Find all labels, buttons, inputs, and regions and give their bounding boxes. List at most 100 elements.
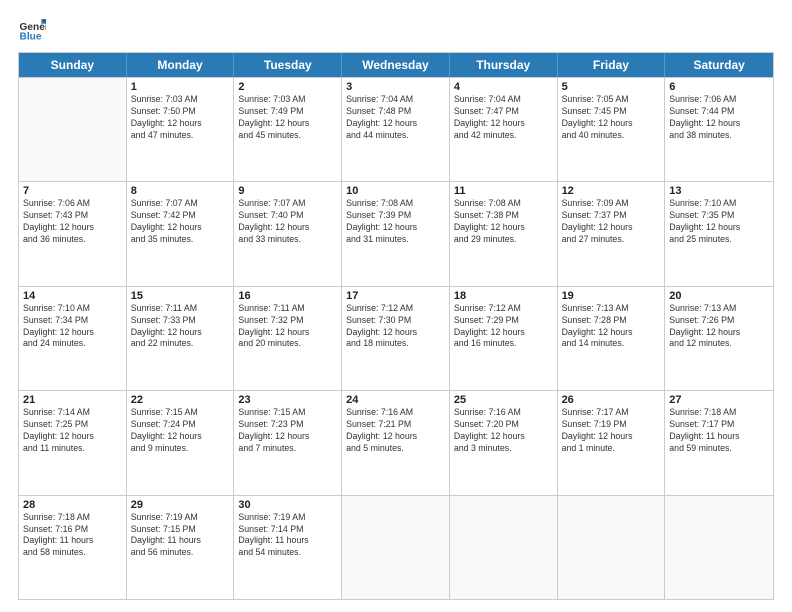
- svg-text:Blue: Blue: [20, 31, 42, 42]
- day-info: Sunrise: 7:13 AM Sunset: 7:26 PM Dayligh…: [669, 303, 769, 351]
- day-number: 24: [346, 394, 445, 406]
- day-info: Sunrise: 7:16 AM Sunset: 7:21 PM Dayligh…: [346, 407, 445, 455]
- calendar-day-24: 24Sunrise: 7:16 AM Sunset: 7:21 PM Dayli…: [342, 391, 450, 494]
- day-info: Sunrise: 7:08 AM Sunset: 7:39 PM Dayligh…: [346, 198, 445, 246]
- calendar-day-23: 23Sunrise: 7:15 AM Sunset: 7:23 PM Dayli…: [234, 391, 342, 494]
- day-info: Sunrise: 7:03 AM Sunset: 7:50 PM Dayligh…: [131, 94, 230, 142]
- calendar-day-3: 3Sunrise: 7:04 AM Sunset: 7:48 PM Daylig…: [342, 78, 450, 181]
- calendar-empty-cell: [665, 496, 773, 599]
- day-info: Sunrise: 7:11 AM Sunset: 7:33 PM Dayligh…: [131, 303, 230, 351]
- day-number: 21: [23, 394, 122, 406]
- weekday-header-tuesday: Tuesday: [234, 53, 342, 77]
- calendar-row-5: 28Sunrise: 7:18 AM Sunset: 7:16 PM Dayli…: [19, 495, 773, 599]
- day-info: Sunrise: 7:07 AM Sunset: 7:40 PM Dayligh…: [238, 198, 337, 246]
- day-number: 10: [346, 185, 445, 197]
- calendar-row-2: 7Sunrise: 7:06 AM Sunset: 7:43 PM Daylig…: [19, 181, 773, 285]
- calendar-day-6: 6Sunrise: 7:06 AM Sunset: 7:44 PM Daylig…: [665, 78, 773, 181]
- day-number: 17: [346, 290, 445, 302]
- day-number: 14: [23, 290, 122, 302]
- day-info: Sunrise: 7:12 AM Sunset: 7:29 PM Dayligh…: [454, 303, 553, 351]
- calendar-day-17: 17Sunrise: 7:12 AM Sunset: 7:30 PM Dayli…: [342, 287, 450, 390]
- day-info: Sunrise: 7:19 AM Sunset: 7:15 PM Dayligh…: [131, 512, 230, 560]
- day-number: 5: [562, 81, 661, 93]
- day-info: Sunrise: 7:17 AM Sunset: 7:19 PM Dayligh…: [562, 407, 661, 455]
- weekday-header-monday: Monday: [127, 53, 235, 77]
- calendar-day-9: 9Sunrise: 7:07 AM Sunset: 7:40 PM Daylig…: [234, 182, 342, 285]
- day-number: 28: [23, 499, 122, 511]
- day-number: 18: [454, 290, 553, 302]
- calendar-day-2: 2Sunrise: 7:03 AM Sunset: 7:49 PM Daylig…: [234, 78, 342, 181]
- logo: General Blue: [18, 16, 48, 44]
- calendar-day-26: 26Sunrise: 7:17 AM Sunset: 7:19 PM Dayli…: [558, 391, 666, 494]
- day-info: Sunrise: 7:09 AM Sunset: 7:37 PM Dayligh…: [562, 198, 661, 246]
- calendar-day-19: 19Sunrise: 7:13 AM Sunset: 7:28 PM Dayli…: [558, 287, 666, 390]
- day-info: Sunrise: 7:15 AM Sunset: 7:24 PM Dayligh…: [131, 407, 230, 455]
- day-info: Sunrise: 7:15 AM Sunset: 7:23 PM Dayligh…: [238, 407, 337, 455]
- calendar-empty-cell: [342, 496, 450, 599]
- calendar-day-11: 11Sunrise: 7:08 AM Sunset: 7:38 PM Dayli…: [450, 182, 558, 285]
- day-number: 23: [238, 394, 337, 406]
- day-number: 11: [454, 185, 553, 197]
- day-info: Sunrise: 7:13 AM Sunset: 7:28 PM Dayligh…: [562, 303, 661, 351]
- day-info: Sunrise: 7:19 AM Sunset: 7:14 PM Dayligh…: [238, 512, 337, 560]
- day-info: Sunrise: 7:12 AM Sunset: 7:30 PM Dayligh…: [346, 303, 445, 351]
- day-number: 9: [238, 185, 337, 197]
- calendar-day-14: 14Sunrise: 7:10 AM Sunset: 7:34 PM Dayli…: [19, 287, 127, 390]
- day-number: 26: [562, 394, 661, 406]
- weekday-header-saturday: Saturday: [665, 53, 773, 77]
- calendar: SundayMondayTuesdayWednesdayThursdayFrid…: [18, 52, 774, 600]
- day-number: 22: [131, 394, 230, 406]
- page-header: General Blue: [18, 16, 774, 44]
- calendar-day-16: 16Sunrise: 7:11 AM Sunset: 7:32 PM Dayli…: [234, 287, 342, 390]
- calendar-day-7: 7Sunrise: 7:06 AM Sunset: 7:43 PM Daylig…: [19, 182, 127, 285]
- day-info: Sunrise: 7:07 AM Sunset: 7:42 PM Dayligh…: [131, 198, 230, 246]
- day-info: Sunrise: 7:05 AM Sunset: 7:45 PM Dayligh…: [562, 94, 661, 142]
- day-number: 2: [238, 81, 337, 93]
- day-number: 16: [238, 290, 337, 302]
- day-number: 3: [346, 81, 445, 93]
- weekday-header-sunday: Sunday: [19, 53, 127, 77]
- calendar-day-13: 13Sunrise: 7:10 AM Sunset: 7:35 PM Dayli…: [665, 182, 773, 285]
- calendar-day-18: 18Sunrise: 7:12 AM Sunset: 7:29 PM Dayli…: [450, 287, 558, 390]
- calendar-row-3: 14Sunrise: 7:10 AM Sunset: 7:34 PM Dayli…: [19, 286, 773, 390]
- calendar-day-4: 4Sunrise: 7:04 AM Sunset: 7:47 PM Daylig…: [450, 78, 558, 181]
- day-number: 13: [669, 185, 769, 197]
- day-info: Sunrise: 7:08 AM Sunset: 7:38 PM Dayligh…: [454, 198, 553, 246]
- calendar-day-27: 27Sunrise: 7:18 AM Sunset: 7:17 PM Dayli…: [665, 391, 773, 494]
- day-info: Sunrise: 7:04 AM Sunset: 7:47 PM Dayligh…: [454, 94, 553, 142]
- calendar-body: 1Sunrise: 7:03 AM Sunset: 7:50 PM Daylig…: [19, 77, 773, 599]
- calendar-empty-cell: [450, 496, 558, 599]
- day-number: 6: [669, 81, 769, 93]
- day-number: 25: [454, 394, 553, 406]
- calendar-day-25: 25Sunrise: 7:16 AM Sunset: 7:20 PM Dayli…: [450, 391, 558, 494]
- logo-icon: General Blue: [18, 16, 46, 44]
- calendar-day-15: 15Sunrise: 7:11 AM Sunset: 7:33 PM Dayli…: [127, 287, 235, 390]
- calendar-day-1: 1Sunrise: 7:03 AM Sunset: 7:50 PM Daylig…: [127, 78, 235, 181]
- day-number: 15: [131, 290, 230, 302]
- day-number: 19: [562, 290, 661, 302]
- calendar-empty-cell: [19, 78, 127, 181]
- day-info: Sunrise: 7:16 AM Sunset: 7:20 PM Dayligh…: [454, 407, 553, 455]
- weekday-header-friday: Friday: [558, 53, 666, 77]
- calendar-day-28: 28Sunrise: 7:18 AM Sunset: 7:16 PM Dayli…: [19, 496, 127, 599]
- calendar-day-12: 12Sunrise: 7:09 AM Sunset: 7:37 PM Dayli…: [558, 182, 666, 285]
- calendar-day-22: 22Sunrise: 7:15 AM Sunset: 7:24 PM Dayli…: [127, 391, 235, 494]
- weekday-header-thursday: Thursday: [450, 53, 558, 77]
- calendar-day-20: 20Sunrise: 7:13 AM Sunset: 7:26 PM Dayli…: [665, 287, 773, 390]
- calendar-empty-cell: [558, 496, 666, 599]
- calendar-row-4: 21Sunrise: 7:14 AM Sunset: 7:25 PM Dayli…: [19, 390, 773, 494]
- day-info: Sunrise: 7:14 AM Sunset: 7:25 PM Dayligh…: [23, 407, 122, 455]
- day-number: 4: [454, 81, 553, 93]
- day-info: Sunrise: 7:18 AM Sunset: 7:17 PM Dayligh…: [669, 407, 769, 455]
- calendar-day-10: 10Sunrise: 7:08 AM Sunset: 7:39 PM Dayli…: [342, 182, 450, 285]
- calendar-day-8: 8Sunrise: 7:07 AM Sunset: 7:42 PM Daylig…: [127, 182, 235, 285]
- calendar-day-21: 21Sunrise: 7:14 AM Sunset: 7:25 PM Dayli…: [19, 391, 127, 494]
- day-info: Sunrise: 7:03 AM Sunset: 7:49 PM Dayligh…: [238, 94, 337, 142]
- calendar-day-30: 30Sunrise: 7:19 AM Sunset: 7:14 PM Dayli…: [234, 496, 342, 599]
- day-number: 7: [23, 185, 122, 197]
- day-number: 30: [238, 499, 337, 511]
- day-info: Sunrise: 7:18 AM Sunset: 7:16 PM Dayligh…: [23, 512, 122, 560]
- day-number: 29: [131, 499, 230, 511]
- day-number: 1: [131, 81, 230, 93]
- weekday-header-wednesday: Wednesday: [342, 53, 450, 77]
